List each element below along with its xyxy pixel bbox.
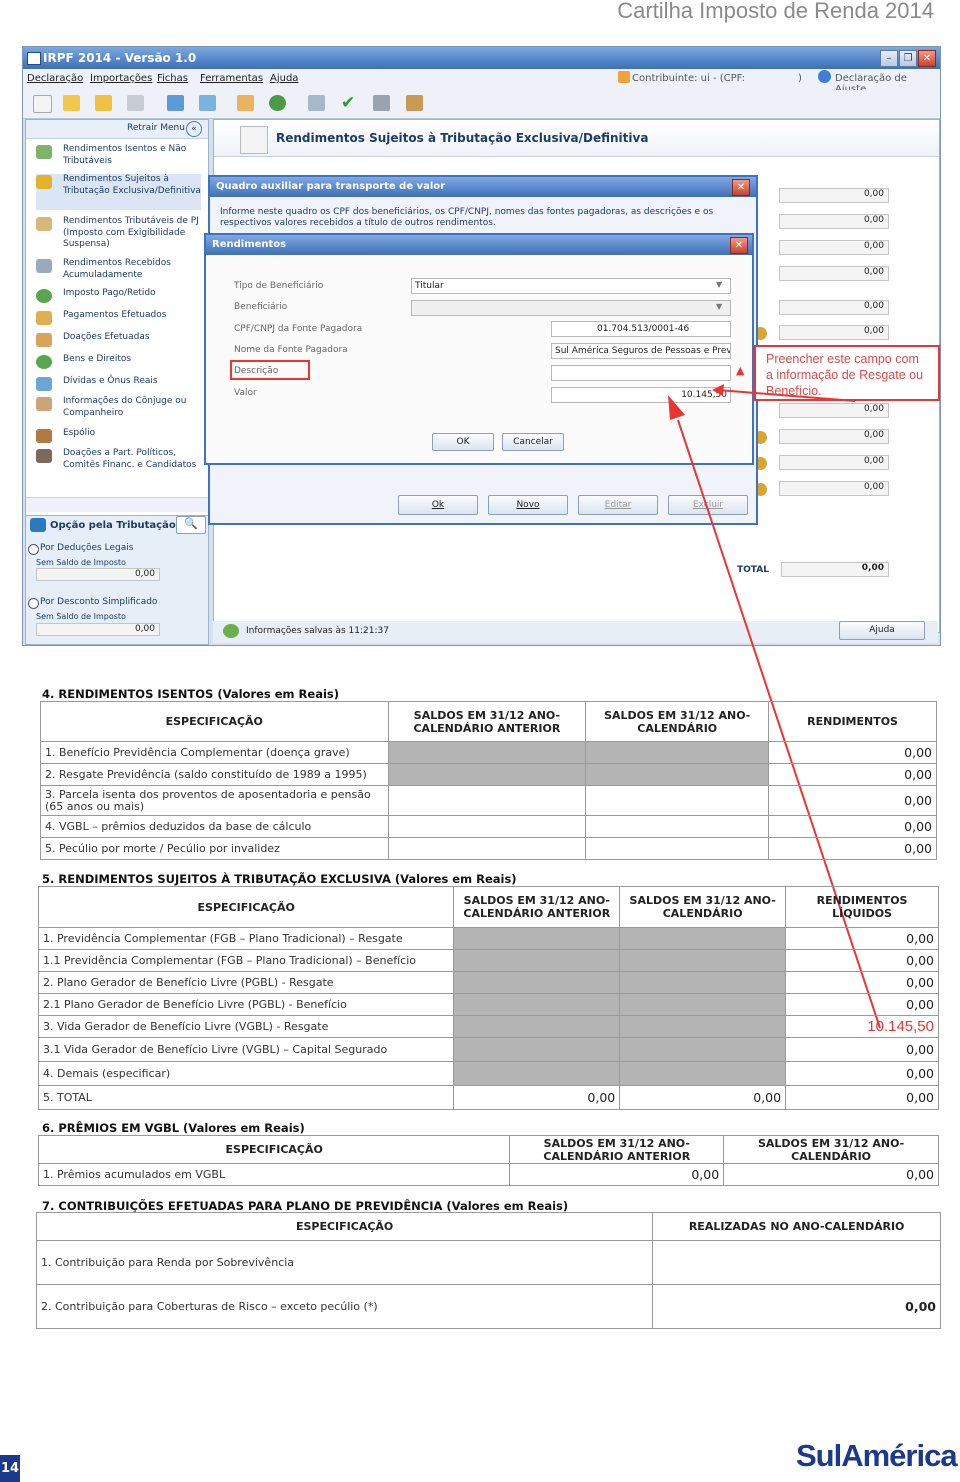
- table5-title: 5. RENDIMENTOS SUJEITOS À TRIBUTAÇÃO EXC…: [42, 872, 517, 886]
- gray-cell: [619, 949, 787, 972]
- table6-row1-v2: 0,00: [723, 1163, 939, 1186]
- table7-row1-spec: 1. Contribuição para Renda por Sobrevivê…: [35, 1240, 654, 1285]
- table5-row6-value: 0,00: [785, 1037, 939, 1062]
- table7-header-realizadas: REALIZADAS NO ANO-CALENDÁRIO: [652, 1212, 941, 1241]
- table-row: 5. Pecúlio por morte / Pecúlio por inval…: [40, 837, 937, 860]
- table5-row4-value: 0,00: [785, 993, 939, 1016]
- table-row: 2.1 Plano Gerador de Benefício Livre (PG…: [37, 993, 939, 1016]
- table5-total-spec: 5. TOTAL: [37, 1085, 455, 1110]
- table5-header-saldo: SALDOS EM 31/12 ANO-CALENDÁRIO: [619, 886, 787, 928]
- gray-cell: [387, 763, 587, 786]
- table-row: 1. Contribuição para Renda por Sobrevivê…: [35, 1240, 941, 1285]
- table-row: 1. Prêmios acumulados em VGBL 0,00 0,00: [37, 1163, 939, 1186]
- table5-row3-value: 0,00: [785, 971, 939, 994]
- table5-total-v3: 0,00: [785, 1085, 939, 1110]
- table5-total-v2: 0,00: [619, 1085, 787, 1110]
- table7-header-spec: ESPECIFICAÇÃO: [35, 1212, 654, 1241]
- gray-cell: [453, 949, 621, 972]
- table5-row4-spec: 2.1 Plano Gerador de Benefício Livre (PG…: [37, 993, 455, 1016]
- table5-header-rendimentos: RENDIMENTOS LÍQUIDOS: [785, 886, 939, 928]
- table5: ESPECIFICAÇÃO SALDOS EM 31/12 ANO-CALEND…: [37, 886, 939, 1110]
- arrow-head: [712, 384, 724, 396]
- table4-row4-value: 0,00: [768, 815, 937, 838]
- table6-header-spec: ESPECIFICAÇÃO: [37, 1135, 511, 1164]
- table-row: 4. Demais (especificar) 0,00: [37, 1061, 939, 1086]
- table4-row3-value: 0,00: [768, 785, 937, 816]
- gray-cell: [453, 1061, 621, 1086]
- table4-row4-spec: 4. VGBL – prêmios deduzidos da base de c…: [40, 815, 389, 838]
- page-number: 14: [0, 1455, 20, 1482]
- table4-row3-spec: 3. Parcela isenta dos proventos de apose…: [40, 785, 389, 816]
- gray-cell: [585, 763, 770, 786]
- gray-cell: [619, 1037, 787, 1062]
- table6-header-saldo-anterior: SALDOS EM 31/12 ANO-CALENDÁRIO ANTERIOR: [509, 1135, 725, 1164]
- table4-header-rendimentos: RENDIMENTOS: [768, 701, 937, 742]
- table-row: 1.1 Previdência Complementar (FGB – Plan…: [37, 949, 939, 972]
- gray-cell: [453, 1037, 621, 1062]
- gray-cell: [453, 1015, 621, 1038]
- table7: ESPECIFICAÇÃO REALIZADAS NO ANO-CALENDÁR…: [35, 1212, 941, 1329]
- table5-row5-spec: 3. Vida Gerador de Benefício Livre (VGBL…: [37, 1015, 455, 1038]
- gray-cell: [619, 927, 787, 950]
- gray-cell: [619, 971, 787, 994]
- table-row: 3.1 Vida Gerador de Benefício Livre (VGB…: [37, 1037, 939, 1062]
- table4-header-saldo: SALDOS EM 31/12 ANO-CALENDÁRIO: [585, 701, 770, 742]
- gray-cell: [619, 993, 787, 1016]
- table7-row2-value: 0,00: [652, 1284, 941, 1329]
- gray-cell: [619, 1015, 787, 1038]
- table5-row1-value: 0,00: [785, 927, 939, 950]
- gray-cell: [619, 1061, 787, 1086]
- table4-row1-spec: 1. Benefício Previdência Complementar (d…: [40, 741, 389, 764]
- table5-row7-spec: 4. Demais (especificar): [37, 1061, 455, 1086]
- table5-row5-value: 10.145,50: [785, 1015, 939, 1038]
- table-row: 3. Parcela isenta dos proventos de apose…: [40, 785, 937, 816]
- table4-row2-spec: 2. Resgate Previdência (saldo constituíd…: [40, 763, 389, 786]
- arrow-head-long: [668, 395, 685, 420]
- table6-header-saldo: SALDOS EM 31/12 ANO-CALENDÁRIO: [723, 1135, 939, 1164]
- table5-row6-spec: 3.1 Vida Gerador de Benefício Livre (VGB…: [37, 1037, 455, 1062]
- gray-cell: [453, 927, 621, 950]
- table5-total-v1: 0,00: [453, 1085, 621, 1110]
- gray-cell: [453, 993, 621, 1016]
- table4-row2-value: 0,00: [768, 763, 937, 786]
- table6: ESPECIFICAÇÃO SALDOS EM 31/12 ANO-CALEND…: [37, 1135, 939, 1186]
- table5-row2-spec: 1.1 Previdência Complementar (FGB – Plan…: [37, 949, 455, 972]
- table5-header-saldo-anterior: SALDOS EM 31/12 ANO-CALENDÁRIO ANTERIOR: [453, 886, 621, 928]
- table6-row1-v1: 0,00: [509, 1163, 725, 1186]
- table5-row3-spec: 2. Plano Gerador de Benefício Livre (PGB…: [37, 971, 455, 994]
- table4-header-saldo-anterior: SALDOS EM 31/12 ANO-CALENDÁRIO ANTERIOR: [387, 701, 587, 742]
- table6-title: 6. PRÊMIOS EM VGBL (Valores em Reais): [42, 1121, 305, 1135]
- table-row: 2. Plano Gerador de Benefício Livre (PGB…: [37, 971, 939, 994]
- table7-row2-spec: 2. Contribuição para Coberturas de Risco…: [35, 1284, 654, 1329]
- table-row: 5. TOTAL 0,00 0,00 0,00: [37, 1085, 939, 1110]
- table4-row5-spec: 5. Pecúlio por morte / Pecúlio por inval…: [40, 837, 389, 860]
- table-row: 1. Benefício Previdência Complementar (d…: [40, 741, 937, 764]
- table5-row7-value: 0,00: [785, 1061, 939, 1086]
- table7-row1-value: [652, 1240, 941, 1285]
- table5-row1-spec: 1. Previdência Complementar (FGB – Plano…: [37, 927, 455, 950]
- table-row: 1. Previdência Complementar (FGB – Plano…: [37, 927, 939, 950]
- table5-row2-value: 0,00: [785, 949, 939, 972]
- table4: ESPECIFICAÇÃO SALDOS EM 31/12 ANO-CALEND…: [40, 701, 937, 860]
- arrow-to-field-line: [717, 389, 856, 402]
- table6-row1-spec: 1. Prêmios acumulados em VGBL: [37, 1163, 511, 1186]
- table-row: 2. Contribuição para Coberturas de Risco…: [35, 1284, 941, 1329]
- table4-row1-value: 0,00: [768, 741, 937, 764]
- table5-header-spec: ESPECIFICAÇÃO: [37, 886, 455, 928]
- brand-logo-text: SulAmérica: [796, 1438, 958, 1473]
- table4-row5-value: 0,00: [768, 837, 937, 860]
- gray-cell: [387, 741, 587, 764]
- table-row: 2. Resgate Previdência (saldo constituíd…: [40, 763, 937, 786]
- brand-logo: SulAmérica: [796, 1438, 958, 1474]
- gray-cell: [453, 971, 621, 994]
- table4-header-spec: ESPECIFICAÇÃO: [40, 701, 389, 742]
- table-row: 3. Vida Gerador de Benefício Livre (VGBL…: [37, 1015, 939, 1038]
- table4-title: 4. RENDIMENTOS ISENTOS (Valores em Reais…: [42, 687, 340, 701]
- gray-cell: [585, 741, 770, 764]
- table7-title: 7. CONTRIBUIÇÕES EFETUADAS PARA PLANO DE…: [42, 1199, 569, 1213]
- table-row: 4. VGBL – prêmios deduzidos da base de c…: [40, 815, 937, 838]
